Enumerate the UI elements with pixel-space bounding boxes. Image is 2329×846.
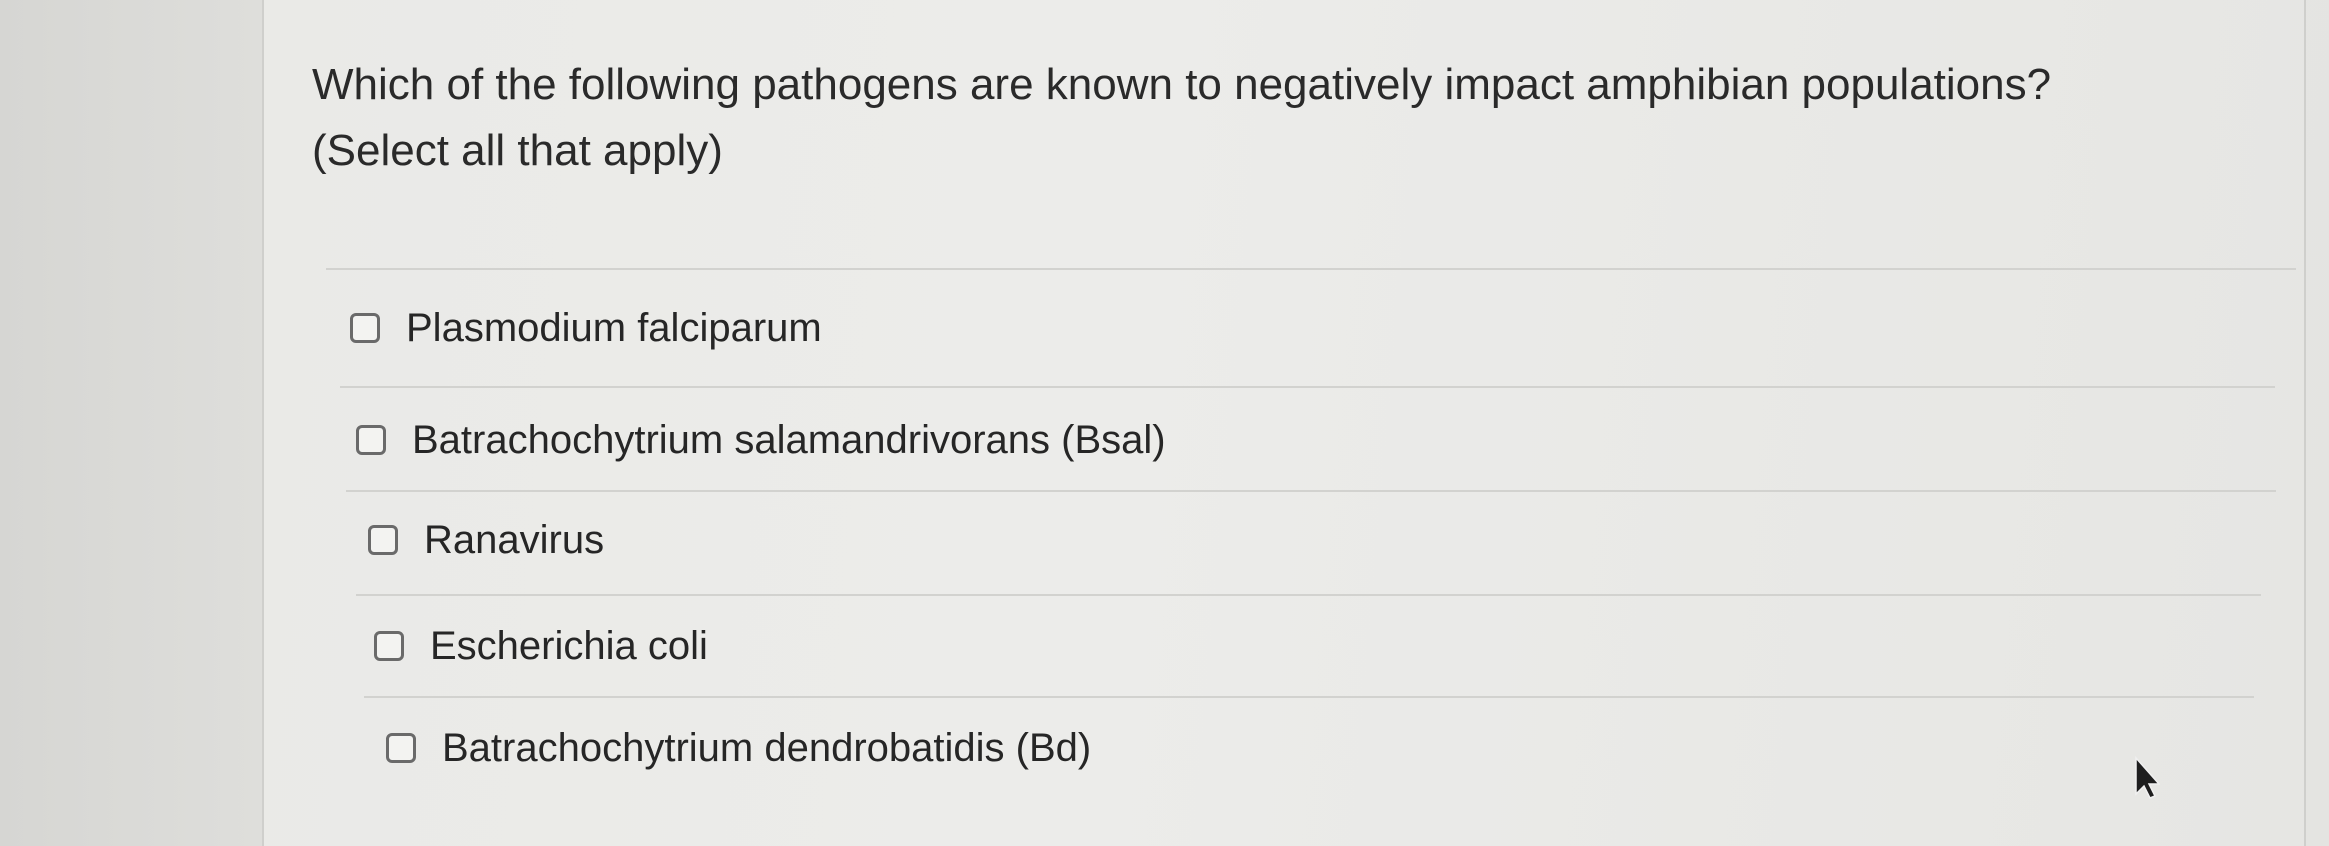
option-ranavirus[interactable]: Ranavirus xyxy=(368,516,604,564)
option-divider xyxy=(364,696,2254,698)
option-label: Escherichia coli xyxy=(430,624,708,668)
page-margin xyxy=(0,0,262,846)
option-divider xyxy=(340,386,2275,388)
checkbox-icon[interactable] xyxy=(350,313,380,343)
option-bsal[interactable]: Batrachochytrium salamandrivorans (Bsal) xyxy=(356,416,1166,464)
checkbox-icon[interactable] xyxy=(368,525,398,555)
checkbox-icon[interactable] xyxy=(386,733,416,763)
question-instruction: (Select all that apply) xyxy=(312,126,723,175)
option-label: Batrachochytrium dendrobatidis (Bd) xyxy=(442,726,1092,770)
checkbox-icon[interactable] xyxy=(374,631,404,661)
option-bd[interactable]: Batrachochytrium dendrobatidis (Bd) xyxy=(386,724,1091,772)
mouse-pointer-icon xyxy=(2135,756,2160,799)
option-label: Batrachochytrium salamandrivorans (Bsal) xyxy=(412,418,1166,462)
question-prompt: Which of the following pathogens are kno… xyxy=(312,60,2052,109)
option-escherichia-coli[interactable]: Escherichia coli xyxy=(374,622,708,670)
question-text: Which of the following pathogens are kno… xyxy=(312,52,2292,184)
option-divider xyxy=(346,490,2276,492)
option-label: Plasmodium falciparum xyxy=(406,306,822,350)
checkbox-icon[interactable] xyxy=(356,425,386,455)
option-label: Ranavirus xyxy=(424,518,605,562)
option-divider xyxy=(356,594,2261,596)
header-divider xyxy=(326,268,2296,270)
option-plasmodium-falciparum[interactable]: Plasmodium falciparum xyxy=(350,304,822,352)
